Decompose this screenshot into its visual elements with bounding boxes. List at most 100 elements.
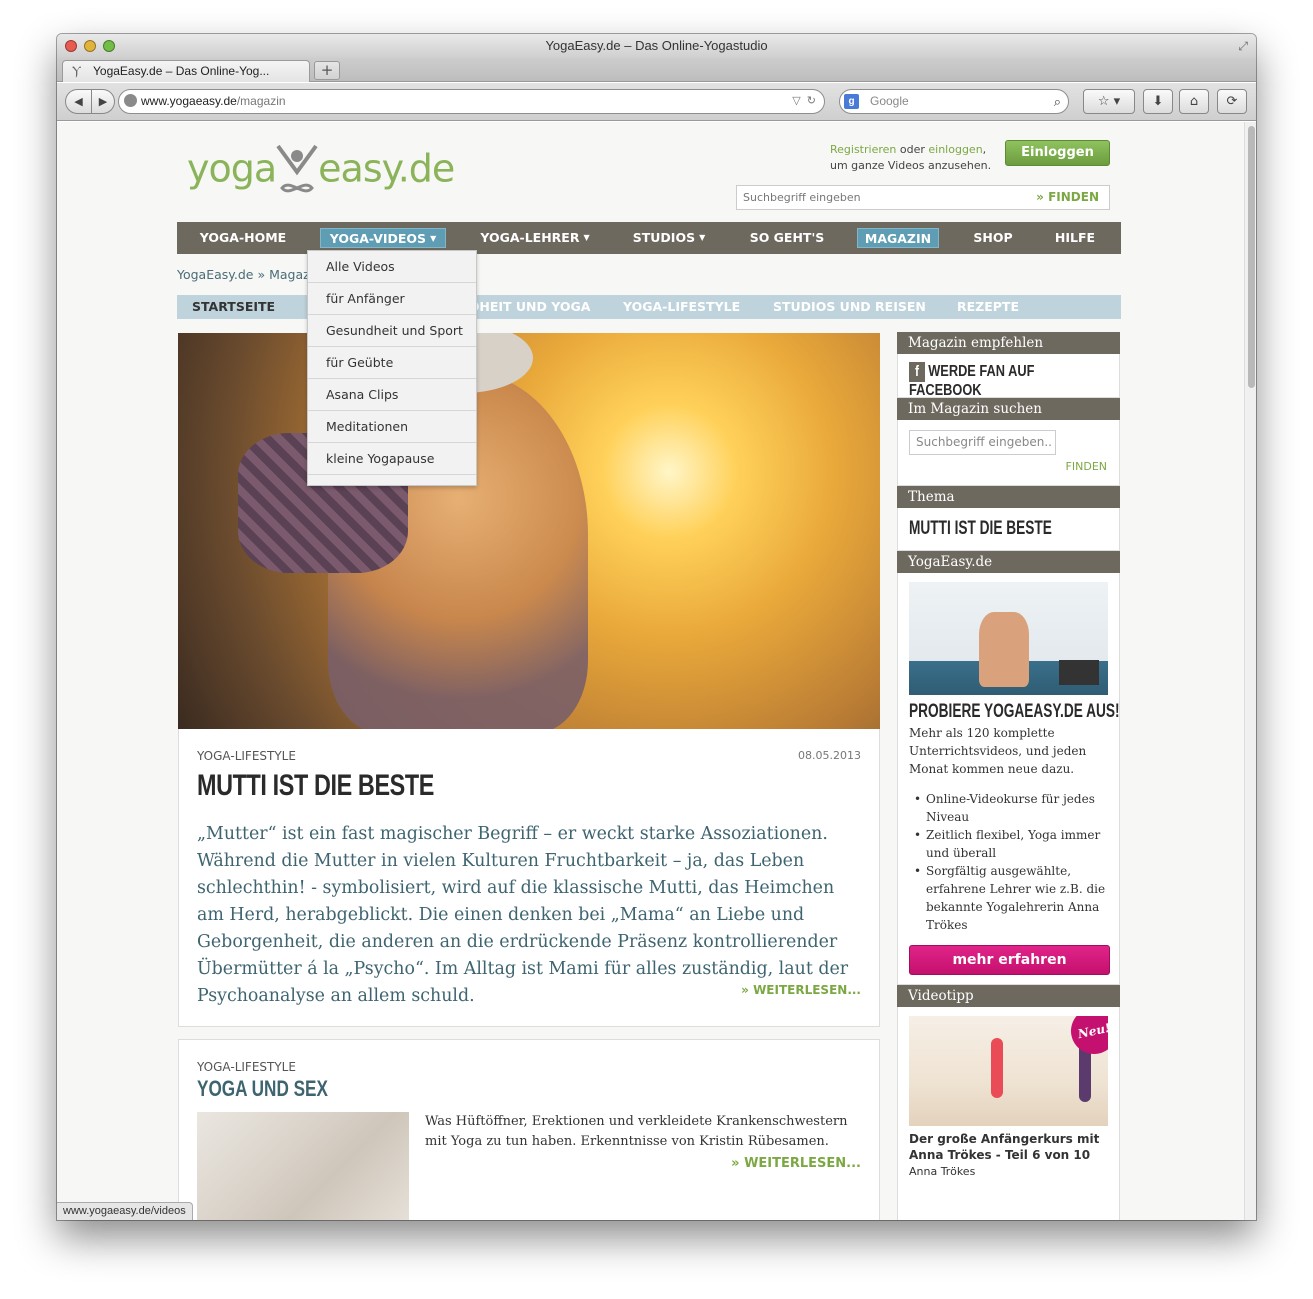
site-search-input[interactable]: Suchbegriff eingeben » FINDEN <box>736 185 1110 210</box>
login-button[interactable]: Einloggen <box>1005 140 1110 166</box>
nav-label: MAGAZIN <box>864 231 932 246</box>
favicon-icon: Ⲩ <box>72 63 82 78</box>
browser-tab[interactable]: Ⲩ YogaEasy.de – Das Online-Yog... <box>62 60 310 82</box>
nav-yoga-videos[interactable]: YOGA-VIDEOS ▼ <box>320 228 446 248</box>
dropdown-item-yogapause[interactable]: kleine Yogapause <box>308 443 476 475</box>
article2-read-more-link[interactable]: » WEITERLESEN... <box>731 1156 861 1171</box>
dropdown-item-anfaenger[interactable]: für Anfänger <box>308 283 476 315</box>
sidebar-head-videotipp: Videotipp <box>897 985 1120 1007</box>
url-host: www.yogaeasy.de <box>141 94 237 108</box>
bookmark-star-button[interactable]: ☆ ▾ <box>1083 89 1135 114</box>
scrollbar-thumb[interactable] <box>1248 126 1255 388</box>
yoga-videos-dropdown: Alle Videos für Anfänger Gesundheit und … <box>307 250 477 486</box>
dropdown-item-alle-videos[interactable]: Alle Videos <box>308 251 476 283</box>
yogaeasy-promo-title[interactable]: PROBIERE YOGAEASY.DE AUS! <box>909 701 1120 723</box>
magazin-search-button[interactable]: FINDEN <box>1066 460 1107 473</box>
dropdown-item-meditationen[interactable]: Meditationen <box>308 411 476 443</box>
subnav-startseite[interactable]: STARTSEITE <box>192 295 275 319</box>
logo-text-yoga: yoga <box>187 146 277 191</box>
search-icon[interactable]: ⌕ <box>1054 90 1061 113</box>
browser-window: YogaEasy.de – Das Online-Yogastudio ⤢ Ⲩ … <box>57 34 1256 1220</box>
nav-hilfe[interactable]: HILFE <box>1043 222 1107 254</box>
url-path: /magazin <box>236 94 286 108</box>
url-bar[interactable]: www.yogaeasy.de/magazin ▽ ↻ <box>118 89 825 114</box>
mehr-erfahren-button[interactable]: mehr erfahren <box>909 945 1110 975</box>
reload-icon[interactable]: ▽ ↻ <box>792 90 816 113</box>
title-bar: YogaEasy.de – Das Online-Yogastudio ⤢ <box>57 34 1256 58</box>
back-button[interactable]: ◀ <box>65 89 92 114</box>
nav-label: YOGA-HOME <box>199 230 287 245</box>
yogaeasy-promo-image[interactable] <box>909 582 1108 695</box>
register-line2: um ganze Videos anzusehen. <box>830 159 992 172</box>
register-link[interactable]: Registrieren <box>830 143 896 156</box>
status-bar: www.yogaeasy.de/videos <box>57 1202 193 1220</box>
new-tab-button[interactable]: + <box>314 61 340 80</box>
nav-studios[interactable]: STUDIOS ▼ <box>623 222 715 254</box>
scrollbar[interactable] <box>1244 122 1256 1220</box>
caret-down-icon: ▼ <box>430 234 437 243</box>
register-tail: , <box>982 143 987 156</box>
logo-text-easy: easy.de <box>318 146 455 191</box>
page-viewport: yoga easy.de Registrieren oder einloggen… <box>57 122 1244 1220</box>
nav-label: SHOP <box>973 230 1013 245</box>
nav-label: HILFE <box>1054 230 1096 245</box>
article2-title[interactable]: YOGA UND SEX <box>197 1076 328 1102</box>
magazin-search-input[interactable]: Suchbegriff eingeben.. <box>909 430 1056 455</box>
videotipp-title[interactable]: Der große Anfängerkurs mit Anna Trökes -… <box>909 1131 1114 1163</box>
browser-toolbar: ◀ ▶ www.yogaeasy.de/magazin ▽ ↻ g Google… <box>57 83 1256 121</box>
nav-shop[interactable]: SHOP <box>961 222 1025 254</box>
register-hint: Registrieren oder einloggen, um ganze Vi… <box>830 142 991 174</box>
nav-label: SO GEHT'S <box>749 230 825 245</box>
article2-image[interactable] <box>197 1112 409 1220</box>
article2-teaser: Was Hüftöffner, Erektionen und verkleide… <box>425 1114 848 1149</box>
facebook-fan-link[interactable]: f WERDE FAN AUF FACEBOOK <box>909 362 1077 400</box>
window-title: YogaEasy.de – Das Online-Yogastudio <box>545 38 768 53</box>
site-search-button[interactable]: » FINDEN <box>1036 186 1099 209</box>
nav-label: YOGA-VIDEOS <box>329 231 427 246</box>
dropdown-item-asana-clips[interactable]: Asana Clips <box>308 379 476 411</box>
hero-image[interactable] <box>178 333 880 729</box>
caret-down-icon: ▼ <box>583 233 590 242</box>
home-button[interactable]: ⌂ <box>1179 89 1209 114</box>
nav-yoga-home[interactable]: YOGA-HOME <box>191 222 295 254</box>
sidebar-head-thema: Thema <box>897 486 1120 508</box>
list-item: Zeitlich flexibel, Yoga immer und überal… <box>909 826 1109 862</box>
subnav-gesundheit[interactable]: DHEIT UND YOGA <box>469 295 590 319</box>
nav-yoga-lehrer[interactable]: YOGA-LEHRER ▼ <box>475 222 595 254</box>
facebook-label: WERDE FAN AUF FACEBOOK <box>909 363 1035 399</box>
subnav-rezepte[interactable]: REZEPTE <box>957 295 1019 319</box>
tab-bar: Ⲩ YogaEasy.de – Das Online-Yog... + <box>57 58 1256 82</box>
forward-button[interactable]: ▶ <box>91 89 115 114</box>
sidebar-head-yogaeasy: YogaEasy.de <box>897 551 1120 573</box>
thema-link[interactable]: MUTTI IST DIE BESTE <box>909 518 1052 540</box>
nav-magazin[interactable]: MAGAZIN <box>857 228 939 248</box>
sync-button[interactable]: ⟳ <box>1217 89 1247 114</box>
breadcrumb[interactable]: YogaEasy.de » Magaz <box>177 267 310 282</box>
browser-search-placeholder: Google <box>870 94 909 108</box>
fullscreen-icon[interactable]: ⤢ <box>1238 39 1248 54</box>
article-category[interactable]: YOGA-LIFESTYLE <box>197 749 296 763</box>
google-icon[interactable]: g <box>844 94 859 109</box>
list-item: Online-Videokurse für jedes Niveau <box>909 790 1109 826</box>
dropdown-item-gesundheit-sport[interactable]: Gesundheit und Sport <box>308 315 476 347</box>
subnav-studios-reisen[interactable]: STUDIOS UND REISEN <box>773 295 926 319</box>
article-read-more-link[interactable]: » WEITERLESEN... <box>741 983 861 997</box>
dropdown-item-geuebte[interactable]: für Geübte <box>308 347 476 379</box>
videotipp-author: Anna Trökes <box>909 1165 976 1178</box>
videotipp-image[interactable]: Neu! <box>909 1016 1108 1126</box>
subnav-yoga-lifestyle[interactable]: YOGA-LIFESTYLE <box>623 295 740 319</box>
laptop <box>1059 660 1099 685</box>
list-item: Sorgfältig ausgewählte, erfahrene Lehrer… <box>909 862 1109 934</box>
browser-search-bar[interactable]: g Google ⌕ <box>839 89 1069 114</box>
facebook-box: f WERDE FAN AUF FACEBOOK <box>897 354 1120 400</box>
login-link[interactable]: einloggen <box>928 143 982 156</box>
yogaeasy-logo[interactable]: yoga easy.de <box>187 142 455 200</box>
article-title[interactable]: MUTTI IST DIE BESTE <box>197 769 434 803</box>
nav-so-gehts[interactable]: SO GEHT'S <box>739 222 835 254</box>
article2-category[interactable]: YOGA-LIFESTYLE <box>197 1060 296 1074</box>
sidebar-head-recommend: Magazin empfehlen <box>897 332 1120 354</box>
tab-title: YogaEasy.de – Das Online-Yog... <box>93 64 270 78</box>
facebook-icon: f <box>909 362 925 382</box>
register-mid: oder <box>896 143 929 156</box>
downloads-button[interactable]: ⬇ <box>1143 89 1173 114</box>
